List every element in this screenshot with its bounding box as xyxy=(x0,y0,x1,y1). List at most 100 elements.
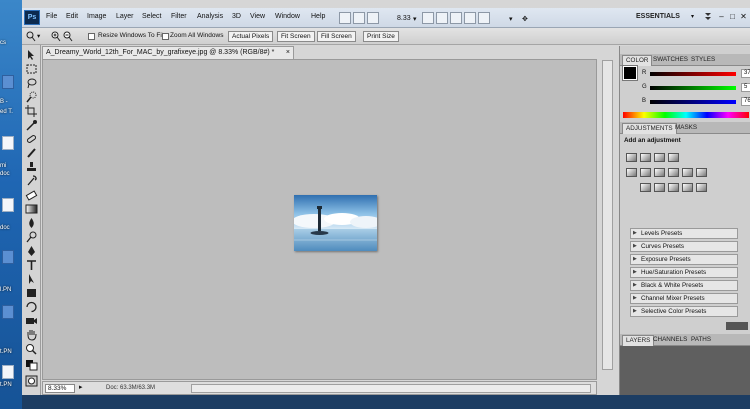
blur-tool-icon[interactable] xyxy=(25,217,38,229)
zoom-tool-icon[interactable] xyxy=(26,31,36,42)
desktop-file-icon[interactable] xyxy=(2,136,14,150)
dodge-tool-icon[interactable] xyxy=(25,231,38,243)
posterize-icon[interactable] xyxy=(654,183,665,192)
black-white-presets-row[interactable]: Black & White Presets xyxy=(630,280,738,291)
menu-analysis[interactable]: Analysis xyxy=(197,13,223,20)
eyedropper-tool-icon[interactable] xyxy=(25,119,38,131)
document-tab[interactable]: A_Dreamy_World_12th_For_MAC_by_grafixeye… xyxy=(42,46,294,59)
zoom-in-icon[interactable] xyxy=(51,31,61,42)
double-arrow-icon[interactable] xyxy=(704,12,712,22)
invert-icon[interactable] xyxy=(640,183,651,192)
desktop-file-icon[interactable] xyxy=(2,305,14,319)
menu-view[interactable]: View xyxy=(250,13,265,20)
tab-channels[interactable]: CHANNELS xyxy=(650,335,690,346)
red-value-field[interactable]: 37 xyxy=(741,69,750,78)
type-tool-icon[interactable] xyxy=(25,259,38,271)
crop-tool-icon[interactable] xyxy=(25,105,38,117)
tab-paths[interactable]: PATHS xyxy=(688,335,714,346)
hue-saturation-presets-row[interactable]: Hue/Saturation Presets xyxy=(630,267,738,278)
hand-tool-icon[interactable] xyxy=(25,329,38,341)
status-menu-icon[interactable]: ▸ xyxy=(79,383,83,391)
screen-mode-button[interactable] xyxy=(464,12,476,24)
photoshop-logo[interactable]: Ps xyxy=(24,10,40,25)
resize-windows-checkbox[interactable] xyxy=(88,33,95,40)
levels-presets-row[interactable]: Levels Presets xyxy=(630,228,738,239)
quick-mask-icon[interactable] xyxy=(25,375,38,387)
curves-presets-row[interactable]: Curves Presets xyxy=(630,241,738,252)
menu-filter[interactable]: Filter xyxy=(171,13,187,20)
canvas-area[interactable] xyxy=(42,59,597,380)
maximize-button[interactable]: □ xyxy=(727,11,738,24)
rotate-view-button[interactable] xyxy=(436,12,448,24)
gradient-tool-icon[interactable] xyxy=(25,203,38,215)
chevron-down-icon[interactable]: ▾ xyxy=(413,15,417,23)
healing-brush-tool-icon[interactable] xyxy=(25,133,38,145)
brush-tool-icon[interactable] xyxy=(25,147,38,159)
desktop-file-icon[interactable] xyxy=(2,365,14,379)
menu-layer[interactable]: Layer xyxy=(116,13,134,20)
zoom-tool-icon[interactable] xyxy=(25,343,38,355)
threshold-icon[interactable] xyxy=(668,183,679,192)
menu-file[interactable]: File xyxy=(46,13,57,20)
tab-masks[interactable]: MASKS xyxy=(672,123,700,134)
color-ramp[interactable] xyxy=(623,112,749,118)
hue-saturation-icon[interactable] xyxy=(640,168,651,177)
exposure-icon[interactable] xyxy=(668,153,679,162)
mini-bridge-button[interactable] xyxy=(353,12,365,24)
exposure-presets-row[interactable]: Exposure Presets xyxy=(630,254,738,265)
menu-3d[interactable]: 3D xyxy=(232,13,241,20)
menu-help[interactable]: Help xyxy=(311,13,325,20)
desktop-file-icon[interactable] xyxy=(2,250,14,264)
horizontal-scrollbar[interactable] xyxy=(191,384,591,393)
close-button[interactable]: ✕ xyxy=(738,11,749,24)
shape-tool-icon[interactable] xyxy=(25,287,38,299)
foreground-color-swatch[interactable] xyxy=(622,65,638,81)
zoom-level-control[interactable]: 8.33 xyxy=(397,15,411,22)
menu-image[interactable]: Image xyxy=(87,13,106,20)
zoom-all-windows-checkbox[interactable] xyxy=(162,33,169,40)
eraser-tool-icon[interactable] xyxy=(25,189,38,201)
actual-pixels-button[interactable]: Actual Pixels xyxy=(228,31,274,42)
green-value-field[interactable]: 5 xyxy=(741,83,750,92)
color-swatches-icon[interactable] xyxy=(25,359,38,371)
black-white-icon[interactable] xyxy=(668,168,679,177)
selective-color-icon[interactable] xyxy=(696,183,707,192)
move-icon[interactable]: ✥ xyxy=(522,15,528,23)
arrange-documents-button[interactable] xyxy=(450,12,462,24)
vertical-scrollbar[interactable] xyxy=(602,60,613,370)
desktop-file-icon[interactable] xyxy=(2,75,14,89)
channel-mixer-presets-row[interactable]: Channel Mixer Presets xyxy=(630,293,738,304)
workspace-switcher[interactable]: ESSENTIALS xyxy=(636,13,680,20)
levels-icon[interactable] xyxy=(640,153,651,162)
minimize-button[interactable]: – xyxy=(716,11,727,24)
tab-swatches[interactable]: SWATCHES xyxy=(650,55,691,66)
vibrance-icon[interactable] xyxy=(626,168,637,177)
tab-color[interactable]: COLOR xyxy=(622,55,653,66)
clone-stamp-tool-icon[interactable] xyxy=(25,161,38,173)
channel-mixer-icon[interactable] xyxy=(696,168,707,177)
chevron-down-icon[interactable]: ▾ xyxy=(691,13,694,20)
path-selection-tool-icon[interactable] xyxy=(25,273,38,285)
bridge-button[interactable] xyxy=(339,12,351,24)
tab-styles[interactable]: STYLES xyxy=(688,55,718,66)
extras-button[interactable] xyxy=(478,12,490,24)
marquee-tool-icon[interactable] xyxy=(25,63,38,75)
photo-filter-icon[interactable] xyxy=(682,168,693,177)
menu-edit[interactable]: Edit xyxy=(66,13,78,20)
chevron-down-icon[interactable]: ▾ xyxy=(37,32,40,40)
lasso-tool-icon[interactable] xyxy=(25,77,38,89)
blue-value-field[interactable]: 76 xyxy=(741,97,750,106)
brightness-contrast-icon[interactable] xyxy=(626,153,637,162)
chevron-down-icon[interactable]: ▾ xyxy=(509,15,513,23)
hand-tool-button[interactable] xyxy=(422,12,434,24)
history-brush-tool-icon[interactable] xyxy=(25,175,38,187)
green-slider[interactable] xyxy=(650,86,736,90)
print-size-button[interactable]: Print Size xyxy=(363,31,399,42)
quick-selection-tool-icon[interactable] xyxy=(25,91,38,103)
desktop-file-icon[interactable] xyxy=(2,198,14,212)
menu-window[interactable]: Window xyxy=(275,13,300,20)
gradient-map-icon[interactable] xyxy=(682,183,693,192)
tab-adjustments[interactable]: ADJUSTMENTS xyxy=(622,123,677,134)
3d-rotate-tool-icon[interactable] xyxy=(25,301,38,313)
selective-color-presets-row[interactable]: Selective Color Presets xyxy=(630,306,738,317)
